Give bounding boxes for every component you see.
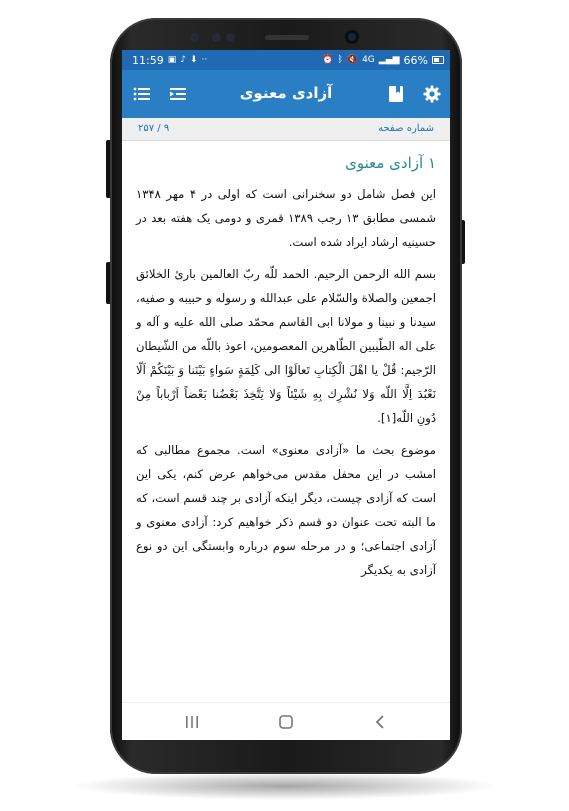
page-number: ۹ / ۲۵۷ [138, 123, 170, 134]
phone-shadow [70, 772, 500, 800]
bluetooth-icon: ᛒ [337, 54, 343, 65]
sensor-dot [190, 33, 199, 42]
paragraph: بسم الله الرحمن الرحیم. الحمد للّه ربّ ا… [136, 267, 436, 425]
sensor-dot [226, 33, 235, 42]
chapter-heading: ۱ آزادی معنوی [345, 154, 436, 172]
app-bar: آزادی معنوی [122, 70, 450, 118]
more-notifications-icon: ·· [201, 54, 208, 65]
mute-icon: 🔇 [346, 54, 359, 65]
music-icon: ♪ [180, 54, 186, 65]
download-icon: ⬇ [189, 54, 198, 65]
sensor-dot [212, 33, 221, 42]
back-icon[interactable] [368, 711, 392, 733]
page-info-bar: ۹ / ۲۵۷ شماره صفحه [122, 118, 450, 141]
phone-screen: 11:59 ▣ ♪ ⬇ ·· ⏰ ᛒ 🔇 4G ▂▄▆ 66% آزادی مع… [122, 50, 450, 740]
battery-icon [432, 56, 444, 64]
system-nav-bar [122, 702, 450, 740]
paragraph: این فصل شامل دو سخنرانی است که اولی در ۴… [136, 187, 436, 249]
alarm-icon: ⏰ [322, 54, 334, 65]
earpiece-speaker [265, 35, 309, 40]
bookmark-book-icon[interactable] [384, 82, 408, 106]
home-icon[interactable] [274, 711, 298, 733]
book-content: ۱ آزادی معنوی این فصل شامل دو سخنرانی اس… [136, 146, 436, 590]
page-number-label: شماره صفحه [378, 123, 434, 134]
network-type: 4G [362, 54, 375, 65]
recent-apps-icon[interactable] [180, 711, 204, 733]
front-camera [345, 30, 359, 44]
signal-icon: ▂▄▆ [378, 54, 400, 65]
gear-icon[interactable] [420, 82, 444, 106]
paragraph: موضوع بحث ما «آزادی معنوی» است. مجموع مط… [136, 443, 436, 577]
status-bar: 11:59 ▣ ♪ ⬇ ·· ⏰ ᛒ 🔇 4G ▂▄▆ 66% [122, 50, 450, 70]
status-time: 11:59 [132, 53, 164, 67]
gallery-icon: ▣ [167, 54, 177, 65]
battery-level: 66% [403, 53, 428, 67]
